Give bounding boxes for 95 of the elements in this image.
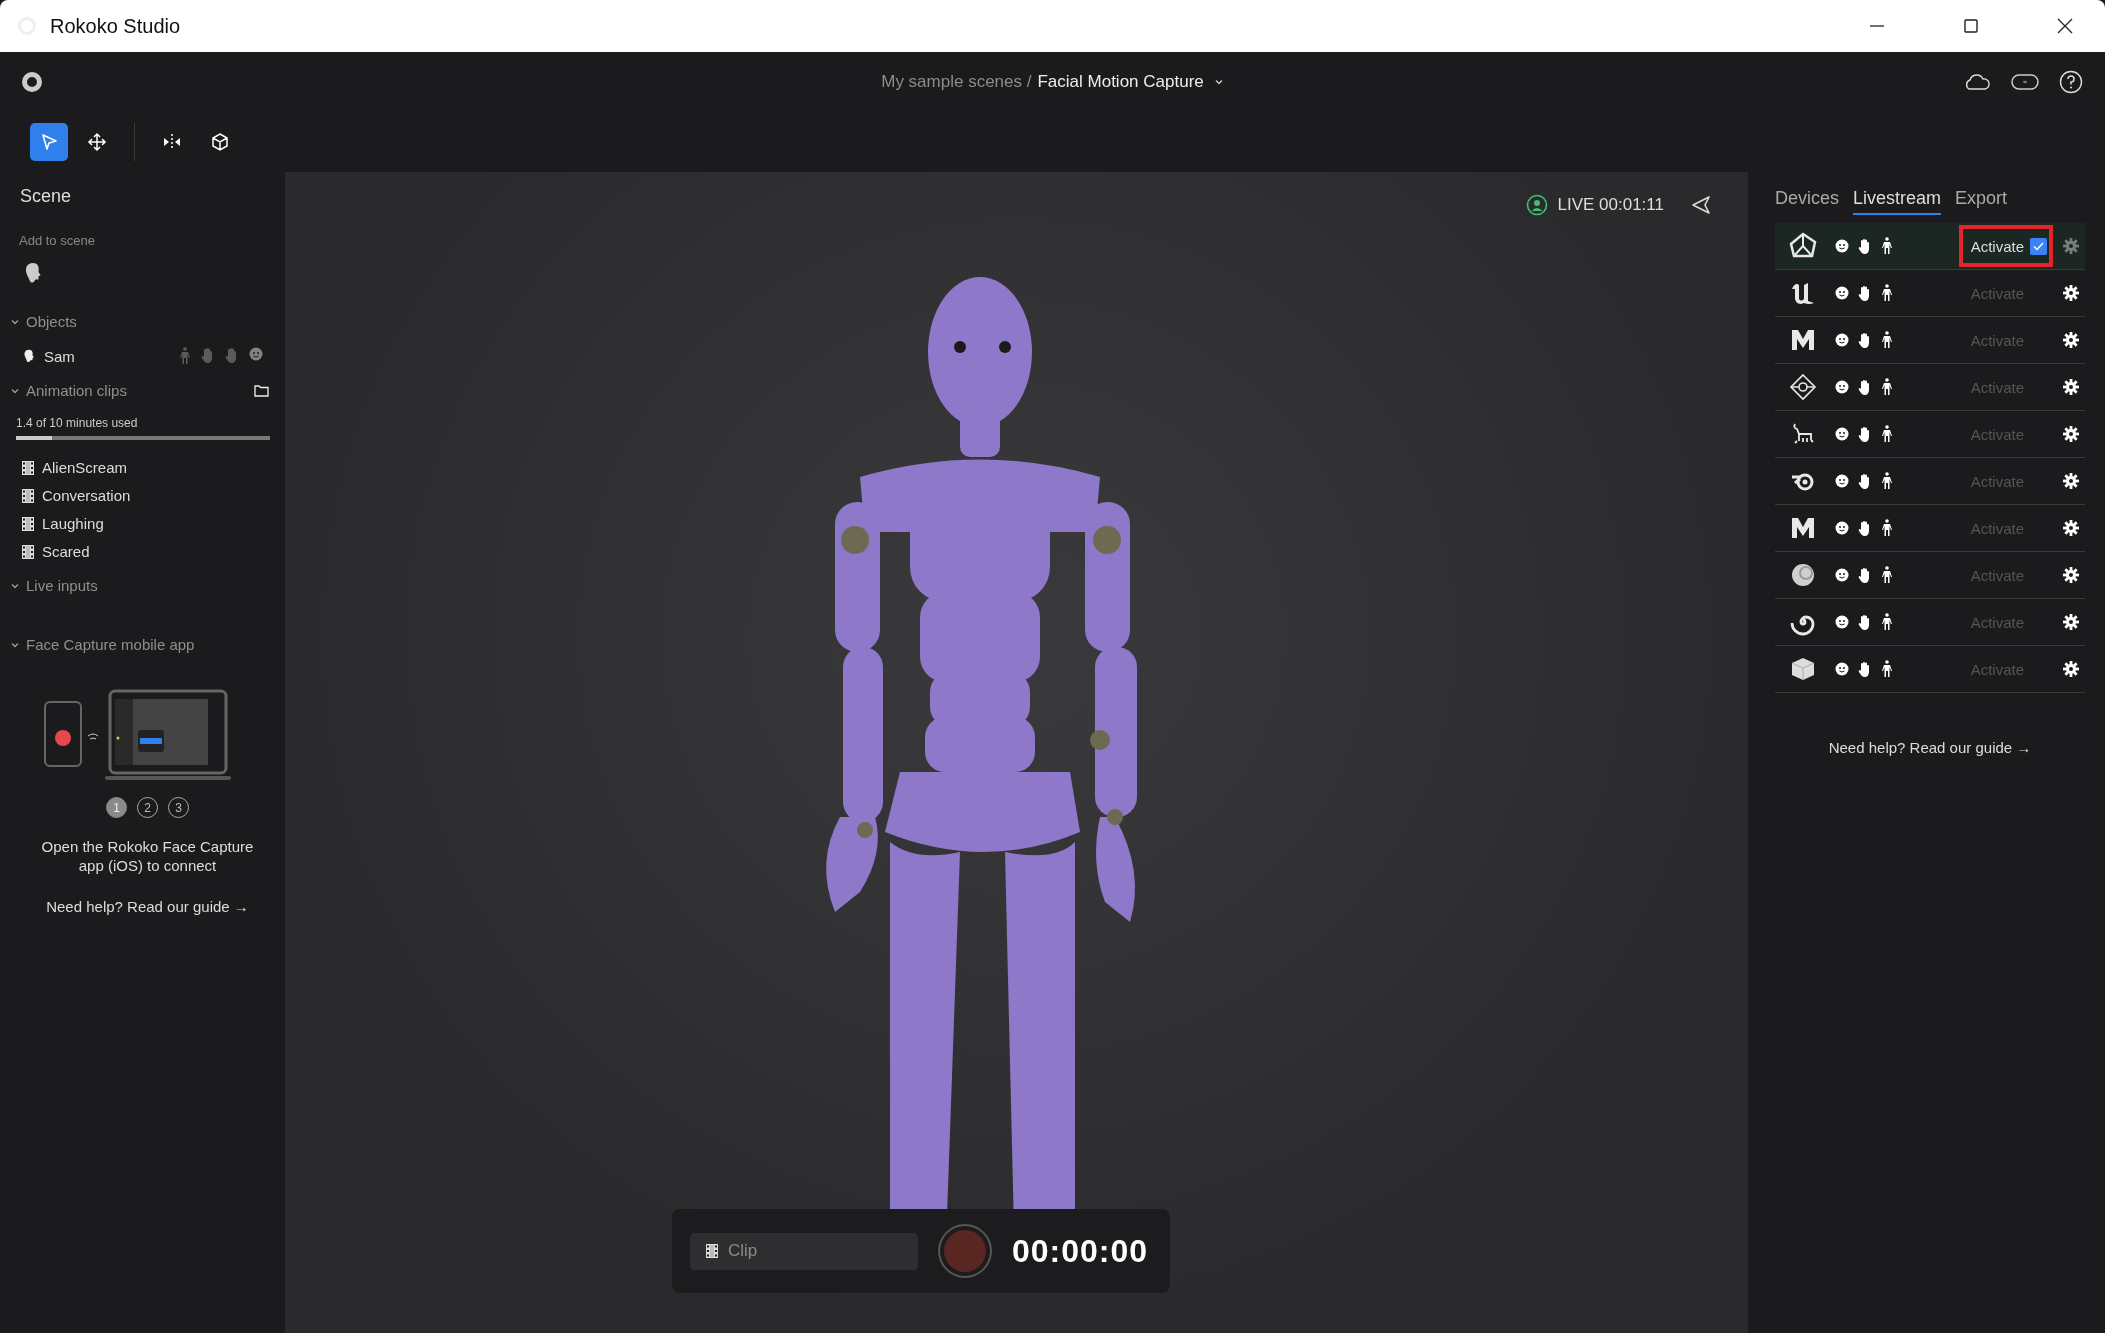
hand-icon: [1858, 473, 1872, 489]
window-title: Rokoko Studio: [50, 14, 182, 38]
settings-icon[interactable]: [2063, 379, 2079, 395]
face-icon: [1835, 615, 1849, 629]
scene-dropdown[interactable]: Facial Motion Capture: [1037, 72, 1224, 92]
hand-icon: [1858, 520, 1872, 536]
hand-icon: [1858, 379, 1872, 395]
head-icon: [22, 349, 36, 363]
film-icon: [22, 488, 34, 503]
body-icon: [1881, 519, 1893, 537]
face-icon: [1835, 662, 1849, 676]
clip-item[interactable]: Conversation: [42, 487, 131, 504]
hand-icon: [1858, 238, 1872, 254]
hand-icon: [1858, 285, 1872, 301]
hand-icon: [1858, 567, 1872, 583]
panel-title: Scene: [19, 185, 73, 207]
live-icon: [1525, 194, 1548, 216]
help-icon[interactable]: [2059, 70, 2083, 94]
body-icon: [1881, 425, 1893, 443]
hand-icon: [225, 347, 239, 363]
instruction-text: Open the Rokoko Face Capture app (iOS) to connect: [40, 837, 255, 876]
panel-tab[interactable]: Livestream: [1853, 184, 1942, 215]
body-icon: [179, 347, 191, 365]
settings-icon[interactable]: [2063, 661, 2079, 677]
3d-viewport[interactable]: LIVE 00:01:11 Clip 00:00:00: [285, 172, 1748, 1333]
app-logo-icon: [1789, 561, 1817, 589]
face-icon: [1835, 521, 1849, 535]
close-icon: [2057, 18, 2073, 34]
body-icon: [1881, 284, 1893, 302]
settings-icon[interactable]: [2063, 520, 2079, 536]
face-icon: [1835, 427, 1849, 441]
film-icon: [22, 544, 34, 559]
caret-icon: [1213, 77, 1224, 87]
send-icon[interactable]: [1690, 194, 1712, 216]
panel-tab[interactable]: Devices: [1775, 184, 1840, 215]
app-logo-icon: [1789, 373, 1817, 401]
breadcrumb-link[interactable]: My sample scenes /: [881, 72, 1032, 92]
body-icon: [1881, 660, 1893, 678]
section-title[interactable]: Animation clips: [26, 382, 127, 399]
guide-link[interactable]: Need help? Read our guide →: [46, 897, 249, 915]
hand-icon: [1858, 426, 1872, 442]
usage-text: 1.4 of 10 minutes used: [15, 415, 139, 432]
clip-item[interactable]: Scared: [42, 543, 90, 560]
hand-icon: [1858, 614, 1872, 630]
minimize-icon: [1869, 25, 1885, 27]
activate-checkbox[interactable]: [2030, 237, 2047, 255]
object-name[interactable]: Sam: [44, 347, 75, 365]
face-icon: [1835, 239, 1849, 253]
section-title[interactable]: Face Capture mobile app: [26, 636, 195, 653]
settings-icon[interactable]: [2063, 332, 2079, 348]
section-title[interactable]: Objects: [26, 313, 77, 330]
live-timer: LIVE 00:01:11: [1557, 195, 1664, 215]
step-indicator[interactable]: 1: [106, 797, 127, 818]
face-icon: [1835, 568, 1849, 582]
logo-icon[interactable]: [22, 72, 42, 92]
body-icon: [1881, 237, 1893, 255]
section-title[interactable]: Live inputs: [26, 577, 98, 594]
folder-icon[interactable]: [254, 384, 269, 397]
add-to-scene-label: Add to scene: [18, 232, 96, 250]
activate-label[interactable]: Activate: [1970, 237, 2024, 255]
move-arrows-icon: [86, 131, 108, 153]
guide-link[interactable]: Need help? Read our guide →: [1828, 739, 2032, 756]
hand-icon: [1858, 661, 1872, 677]
maximize-icon: [1963, 18, 1979, 34]
app-logo-icon: [1789, 655, 1817, 683]
integration-row[interactable]: Activate: [1775, 223, 2085, 270]
cube-icon: [209, 131, 231, 153]
film-icon: [22, 516, 34, 531]
body-icon: [1881, 566, 1893, 584]
clip-name-field[interactable]: Clip: [690, 1232, 918, 1270]
hand-icon: [201, 347, 215, 363]
body-icon: [1881, 331, 1893, 349]
recording-timer: 00:00:00: [1012, 1232, 1149, 1270]
face-icon: [1835, 474, 1849, 488]
check-icon: [2033, 241, 2044, 251]
face-icon: [249, 347, 263, 361]
settings-icon[interactable]: [2063, 614, 2079, 630]
cloud-icon[interactable]: [1963, 73, 1991, 91]
clip-item[interactable]: AlienScream: [42, 459, 128, 476]
body-icon: [1881, 378, 1893, 396]
device-icon[interactable]: [2011, 73, 2039, 91]
clip-item[interactable]: Laughing: [42, 515, 104, 532]
panel-tab[interactable]: Export: [1955, 184, 2008, 215]
settings-icon[interactable]: [2063, 473, 2079, 489]
face-icon: [1835, 286, 1849, 300]
face-icon: [1835, 380, 1849, 394]
film-icon: [22, 460, 34, 475]
body-icon: [1881, 613, 1893, 631]
app-logo-icon: [1789, 232, 1817, 260]
settings-icon[interactable]: [2063, 567, 2079, 583]
settings-icon[interactable]: [2063, 285, 2079, 301]
face-icon: [1835, 333, 1849, 347]
settings-icon[interactable]: [2063, 426, 2079, 442]
body-icon: [1881, 472, 1893, 490]
hand-icon: [1858, 332, 1872, 348]
